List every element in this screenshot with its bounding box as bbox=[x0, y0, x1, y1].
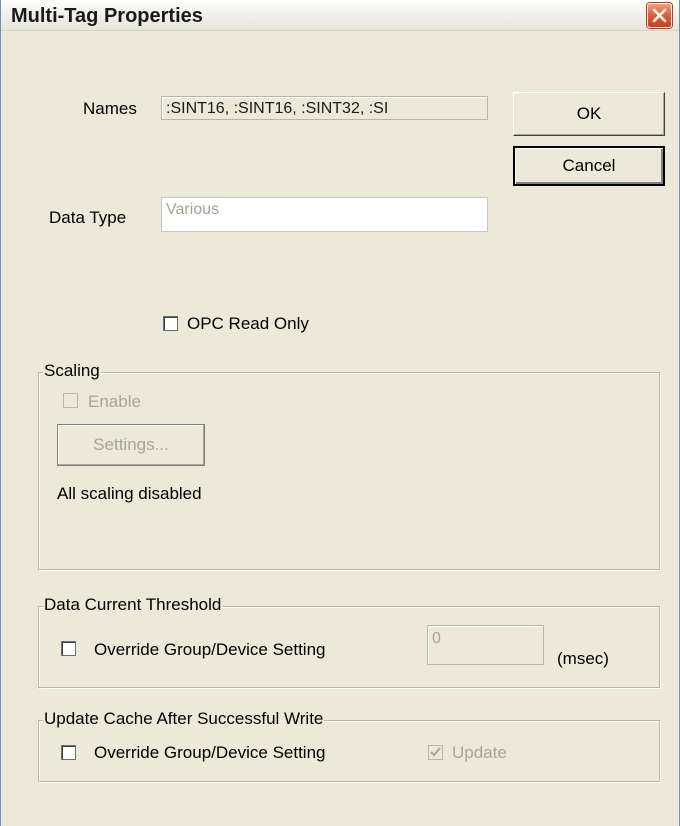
close-button[interactable] bbox=[647, 3, 672, 28]
dialog-title: Multi-Tag Properties bbox=[11, 5, 203, 27]
checkmark-icon bbox=[430, 747, 441, 757]
scaling-status-text: All scaling disabled bbox=[57, 484, 202, 503]
opc-read-only-checkbox[interactable] bbox=[163, 316, 178, 331]
names-field[interactable]: :SINT16, :SINT16, :SINT32, :SI bbox=[161, 96, 488, 120]
scaling-settings-button[interactable]: Settings... bbox=[57, 424, 205, 466]
threshold-value-field[interactable]: 0 bbox=[427, 625, 544, 665]
data-current-threshold-legend: Data Current Threshold bbox=[43, 595, 223, 615]
data-type-label: Data Type bbox=[49, 208, 127, 227]
ok-button[interactable]: OK bbox=[513, 92, 665, 136]
names-label: Names bbox=[83, 99, 137, 118]
opc-read-only-label: OPC Read Only bbox=[187, 314, 309, 333]
threshold-override-label: Override Group/Device Setting bbox=[94, 640, 326, 659]
title-bar[interactable]: Multi-Tag Properties bbox=[1, 0, 679, 31]
scaling-enable-checkbox[interactable] bbox=[63, 393, 78, 408]
cache-update-checkbox[interactable] bbox=[428, 745, 443, 760]
threshold-unit: (msec) bbox=[557, 649, 609, 668]
cache-update-label: Update bbox=[452, 743, 507, 762]
scaling-legend: Scaling bbox=[43, 361, 101, 381]
data-type-field[interactable]: Various bbox=[161, 197, 488, 232]
close-icon bbox=[652, 8, 667, 23]
scaling-enable-label: Enable bbox=[88, 392, 141, 411]
cancel-button[interactable]: Cancel bbox=[513, 146, 665, 186]
threshold-override-checkbox[interactable] bbox=[61, 641, 76, 656]
update-cache-legend: Update Cache After Successful Write bbox=[43, 709, 325, 729]
multi-tag-properties-dialog: Multi-Tag Properties Names :SINT16, :SIN… bbox=[0, 0, 680, 826]
cache-override-label: Override Group/Device Setting bbox=[94, 743, 326, 762]
cache-override-checkbox[interactable] bbox=[61, 745, 76, 760]
